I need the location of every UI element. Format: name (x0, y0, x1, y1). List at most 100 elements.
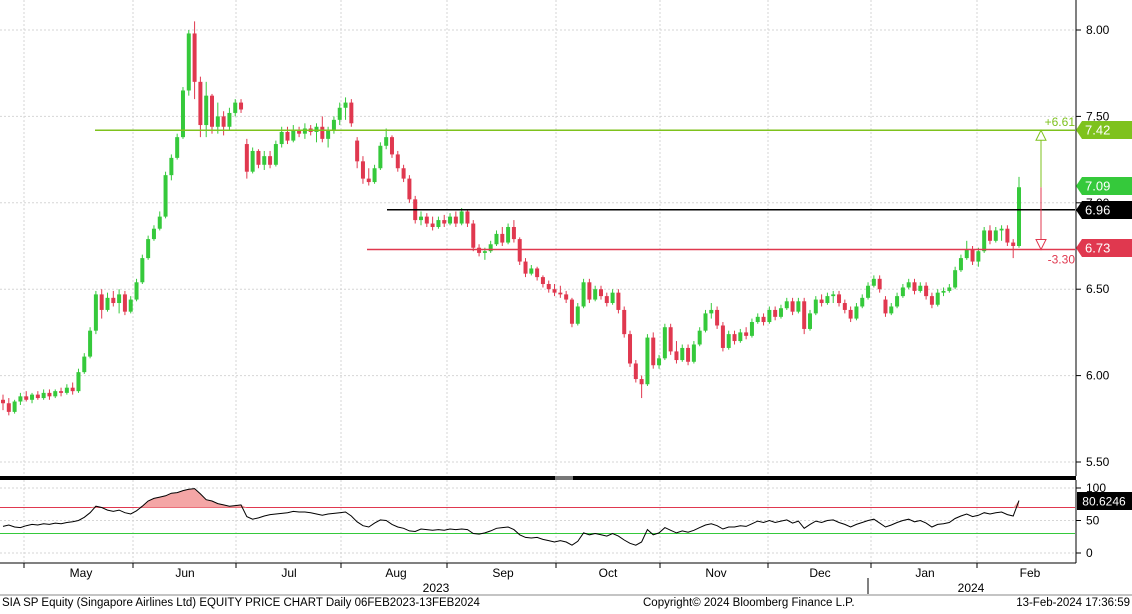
candle-body (262, 156, 267, 165)
candle-body (831, 294, 836, 297)
candle-body (378, 145, 383, 169)
candle-body (958, 258, 963, 271)
candle-body (819, 299, 824, 304)
price-tick-label: 6.50 (1086, 282, 1110, 296)
candle-body (837, 294, 842, 304)
price-label-text: 6.96 (1085, 203, 1110, 218)
candle-body (227, 112, 232, 127)
month-label: Jul (281, 566, 296, 580)
indicator-value-text: 80.6246 (1082, 495, 1126, 509)
candle-body (407, 178, 412, 200)
candle-body (401, 168, 406, 179)
candle-body (720, 325, 725, 348)
candle-body (616, 292, 621, 310)
month-label: Oct (599, 566, 618, 580)
candle-body (697, 330, 702, 345)
candle-body (1017, 187, 1021, 246)
candle-body (633, 363, 638, 380)
candle-body (860, 297, 865, 307)
candle-body (151, 228, 156, 240)
candle-body (929, 296, 934, 305)
candle-body (291, 130, 296, 141)
separator-handle[interactable] (555, 476, 573, 480)
candle-body (773, 309, 778, 317)
candle-body (146, 239, 151, 259)
candle-body (372, 168, 377, 183)
candle-body (337, 107, 342, 120)
candle-body (111, 297, 116, 304)
candle-body (453, 216, 458, 224)
candle-body (210, 95, 215, 127)
candle-body (709, 309, 714, 314)
candle-body (569, 299, 574, 324)
candle-body (186, 33, 191, 91)
candle-body (517, 239, 522, 262)
candle-body (482, 251, 487, 253)
candle-body (912, 282, 917, 291)
candle-body (465, 211, 470, 224)
candle-body (866, 285, 871, 298)
candle-body (163, 175, 168, 217)
candle-body (523, 261, 528, 274)
candle-body (285, 131, 290, 141)
candle-body (273, 144, 278, 165)
price-tick-label: 8.00 (1086, 23, 1110, 37)
candle-body (419, 216, 424, 221)
candle-body (430, 223, 435, 227)
candle-body (6, 403, 11, 412)
price-label-text: 7.42 (1085, 123, 1110, 138)
candle-body (279, 131, 284, 145)
indicator-line (2, 488, 1020, 546)
candle-body (970, 249, 975, 262)
candle-body (494, 233, 499, 245)
price-labels: 7.42 7.09 6.96 6.73 (1076, 121, 1132, 257)
year-label: 2024 (958, 581, 985, 595)
price-tick-label: 5.50 (1086, 455, 1110, 469)
candle-body (320, 126, 325, 139)
candle-body (703, 313, 708, 331)
candle-body (314, 126, 319, 132)
month-label: Feb (1020, 566, 1041, 580)
candle-body (233, 102, 238, 113)
candle-body (744, 332, 749, 336)
candle-body (529, 268, 534, 274)
candle-body (82, 356, 87, 373)
candle-body (755, 316, 760, 323)
candle-body (326, 130, 331, 139)
candle-body (778, 308, 783, 317)
candle-body (680, 347, 685, 361)
candle-body (384, 137, 389, 146)
candle-body (941, 290, 946, 293)
footer-timestamp: 13-Feb-2024 17:36:59 (1016, 597, 1130, 609)
candle-body (366, 178, 371, 183)
candle-body (1, 399, 5, 404)
candle-body (953, 270, 958, 288)
candle-body (657, 358, 662, 366)
candle-body (790, 301, 795, 312)
candle-body (76, 372, 81, 392)
price-tick-label: 6.00 (1086, 369, 1110, 383)
candle-body (117, 294, 122, 304)
candle-body (842, 303, 847, 310)
candle-body (198, 81, 203, 126)
candle-body (424, 216, 429, 224)
candle-body (93, 294, 98, 331)
candle-body (105, 297, 110, 310)
candle-body (993, 230, 998, 241)
candle-body (558, 292, 563, 295)
candle-body (854, 306, 859, 319)
candle-body (35, 394, 40, 399)
candle-body (593, 289, 598, 300)
candle-body (395, 154, 400, 169)
candle-body (645, 337, 650, 385)
candle-body (343, 102, 348, 108)
candle-body (1005, 228, 1010, 243)
candle-body (128, 299, 133, 312)
candle-body (268, 156, 273, 165)
candle-body (99, 294, 104, 310)
candle-body (244, 144, 249, 172)
candle-body (964, 249, 969, 259)
candle-body (889, 306, 894, 314)
candle-body (204, 95, 209, 126)
candle-body (651, 337, 656, 366)
